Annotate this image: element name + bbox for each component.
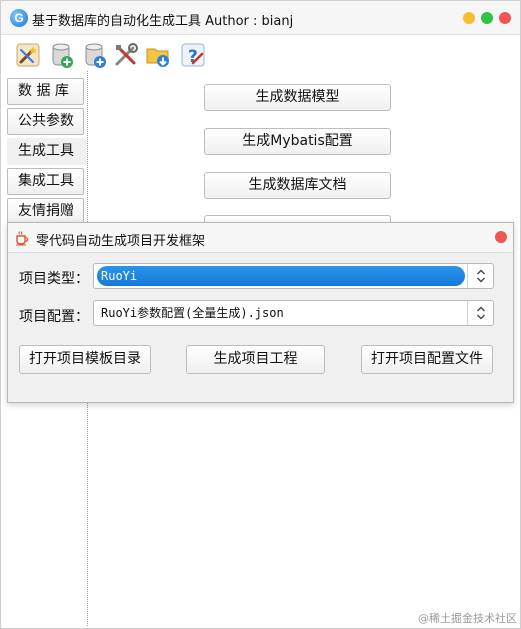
tools-icon[interactable] (112, 41, 140, 69)
dialog-title: 零代码自动生成项目开发框架 (36, 234, 206, 249)
minimize-button[interactable] (463, 12, 475, 24)
app-logo-icon: G (10, 9, 28, 27)
project-config-label: 项目配置： (19, 309, 89, 325)
help-icon[interactable]: ? (179, 41, 207, 69)
open-config-file-button[interactable]: 打开项目配置文件 (361, 345, 493, 374)
watermark: @稀土掘金技术社区 (418, 612, 517, 625)
dialog-title-bar[interactable]: 零代码自动生成项目开发框架 (8, 223, 513, 253)
title-bar[interactable]: G 基于数据库的自动化生成工具 Author : bianj (1, 1, 520, 35)
window-title: 基于数据库的自动化生成工具 Author : bianj (32, 14, 294, 29)
sidebar: 数 据 库 公共参数 生成工具 集成工具 友情捐赠 (7, 77, 87, 225)
updown-arrow-icon (467, 264, 493, 288)
open-template-dir-button[interactable]: 打开项目模板目录 (19, 345, 151, 374)
folder-download-icon[interactable] (144, 41, 172, 69)
toolbar: ? (1, 36, 520, 72)
project-config-value: RuoYi参数配置(全量生成).json (101, 306, 284, 320)
generate-project-button[interactable]: 生成项目工程 (186, 345, 325, 374)
sidebar-item-database[interactable]: 数 据 库 (7, 78, 84, 105)
project-type-select[interactable]: RuoYi (93, 263, 494, 289)
close-button[interactable] (499, 12, 511, 24)
coffee-cup-icon (14, 230, 30, 246)
project-type-value: RuoYi (97, 266, 465, 286)
project-generator-dialog: 零代码自动生成项目开发框架 项目类型： RuoYi 项目配置： RuoYi参数配… (7, 222, 514, 403)
generate-db-doc-button[interactable]: 生成数据库文档 (204, 172, 391, 199)
sidebar-item-common-params[interactable]: 公共参数 (7, 108, 84, 135)
database-settings-icon[interactable] (80, 41, 108, 69)
maximize-button[interactable] (481, 12, 493, 24)
magic-wand-icon[interactable] (14, 41, 42, 69)
sidebar-item-integration-tools[interactable]: 集成工具 (7, 168, 84, 195)
generate-mybatis-config-button[interactable]: 生成Mybatis配置 (204, 128, 391, 155)
generate-data-model-button[interactable]: 生成数据模型 (204, 84, 391, 111)
updown-arrow-icon (467, 301, 493, 325)
project-type-label: 项目类型： (19, 271, 89, 287)
project-config-select[interactable]: RuoYi参数配置(全量生成).json (93, 300, 494, 326)
sidebar-item-donate[interactable]: 友情捐赠 (7, 198, 84, 225)
dialog-close-button[interactable] (495, 231, 507, 243)
database-add-icon[interactable] (47, 41, 75, 69)
sidebar-item-generate-tools[interactable]: 生成工具 (7, 138, 87, 165)
